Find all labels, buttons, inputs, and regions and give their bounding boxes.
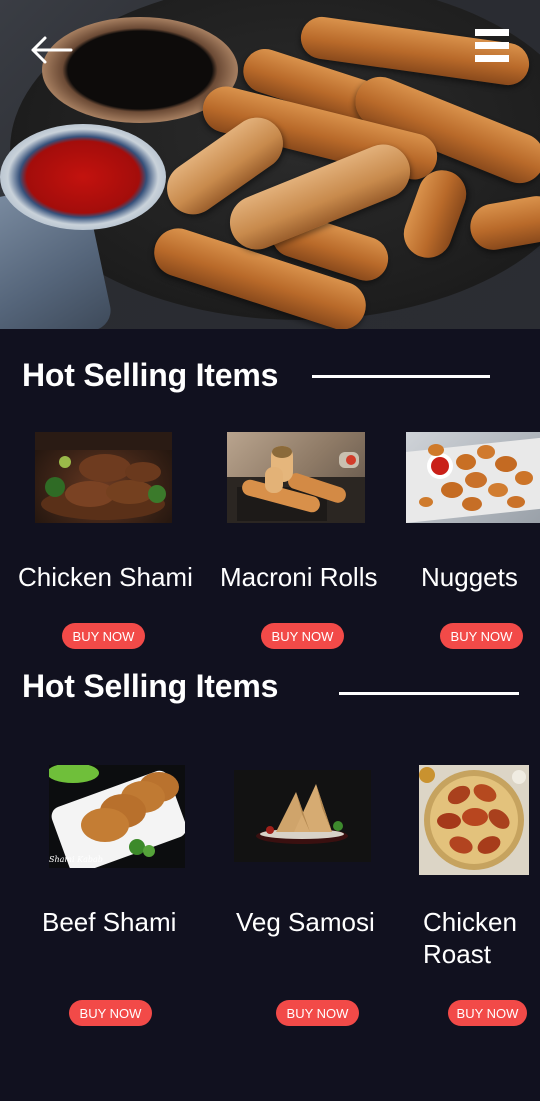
buy-now-button-chicken-roast[interactable]: BUY NOW (448, 1000, 527, 1026)
item-name-chicken-roast: Chicken Roast (423, 907, 517, 969)
image-caption-shami-kabab: Shami Kabab (49, 855, 103, 864)
chicken-shami-image[interactable] (35, 432, 172, 523)
chicken-roast-image[interactable] (419, 765, 529, 875)
buy-now-button-nuggets[interactable]: BUY NOW (440, 623, 523, 649)
veg-samosi-image[interactable] (234, 770, 371, 862)
section-divider-1 (312, 375, 490, 378)
section-title-hot-selling-1: Hot Selling Items (22, 357, 279, 393)
buy-now-button-beef-shami[interactable]: BUY NOW (69, 1000, 152, 1026)
hero-banner (0, 0, 540, 329)
buy-now-button-veg-samosi[interactable]: BUY NOW (276, 1000, 359, 1026)
nuggets-image[interactable] (406, 432, 540, 523)
section-divider-2 (339, 692, 519, 695)
macroni-rolls-image[interactable] (227, 432, 365, 523)
chili-sauce-bowl (0, 124, 166, 230)
section-title-hot-selling-2: Hot Selling Items (22, 668, 279, 704)
beef-shami-image[interactable]: Shami Kabab (49, 765, 185, 868)
buy-now-button-macroni-rolls[interactable]: BUY NOW (261, 623, 344, 649)
hamburger-menu-icon[interactable] (466, 22, 518, 68)
item-name-macroni-rolls: Macroni Rolls (220, 562, 378, 592)
arrow-left-icon[interactable] (26, 28, 76, 72)
item-name-beef-shami: Beef Shami (42, 907, 177, 937)
buy-now-button-chicken-shami[interactable]: BUY NOW (62, 623, 145, 649)
item-name-chicken-shami: Chicken Shami (18, 562, 193, 592)
item-name-nuggets: Nuggets (421, 562, 518, 592)
item-name-veg-samosi: Veg Samosi (236, 907, 375, 937)
